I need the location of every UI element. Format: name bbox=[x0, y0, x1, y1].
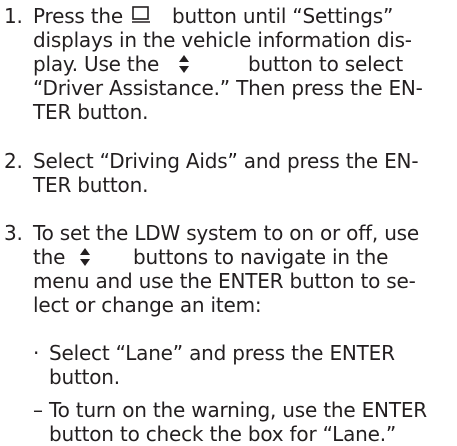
substep-2-line-1: To turn on the warning, use the ENTER bbox=[49, 398, 427, 422]
step-1-text-button-until: button until “Settings” bbox=[172, 4, 394, 28]
instruction-document: 1. Press the button until “Settings” dis… bbox=[0, 0, 457, 446]
step-3-number: 3. bbox=[4, 221, 23, 245]
step-1-text-line-2: displays in the vehicle information dis- bbox=[33, 28, 412, 52]
step-1-text-use-the: play. Use the bbox=[33, 52, 160, 76]
step-3-text-line-3: menu and use the ENTER button to se- bbox=[33, 269, 416, 293]
step-3-text-line-1: To set the LDW system to on or off, use bbox=[33, 221, 420, 245]
step-2-number: 2. bbox=[4, 149, 23, 173]
substep-2-line-2: button to check the box for “Lane.” bbox=[49, 422, 397, 446]
step-3-text-the: the bbox=[33, 245, 66, 269]
step-1-text-line-5: TER button. bbox=[33, 100, 149, 124]
step-1-text-press-the: Press the bbox=[33, 4, 124, 28]
step-1-text-line-4: “Driver Assistance.” Then press the EN- bbox=[33, 76, 423, 100]
display-toggle-icon bbox=[131, 6, 151, 24]
step-1-number: 1. bbox=[4, 4, 23, 28]
substep-1-line-1: Select “Lane” and press the ENTER bbox=[49, 341, 395, 365]
step-3-text-line-4: lect or change an item: bbox=[33, 293, 262, 317]
step-2-text-line-1: Select “Driving Aids” and press the EN- bbox=[33, 149, 419, 173]
up-down-arrows-icon bbox=[178, 55, 190, 73]
substep-dash-marker: – bbox=[33, 398, 43, 422]
step-3-text-buttons-to-navigate: buttons to navigate in the bbox=[133, 245, 389, 269]
step-1-text-button-to-select: button to select bbox=[248, 52, 403, 76]
substep-1-line-2: button. bbox=[49, 365, 120, 389]
substep-bullet-marker: · bbox=[33, 341, 40, 365]
step-2-text-line-2: TER button. bbox=[33, 173, 149, 197]
up-down-arrows-icon bbox=[79, 248, 91, 266]
